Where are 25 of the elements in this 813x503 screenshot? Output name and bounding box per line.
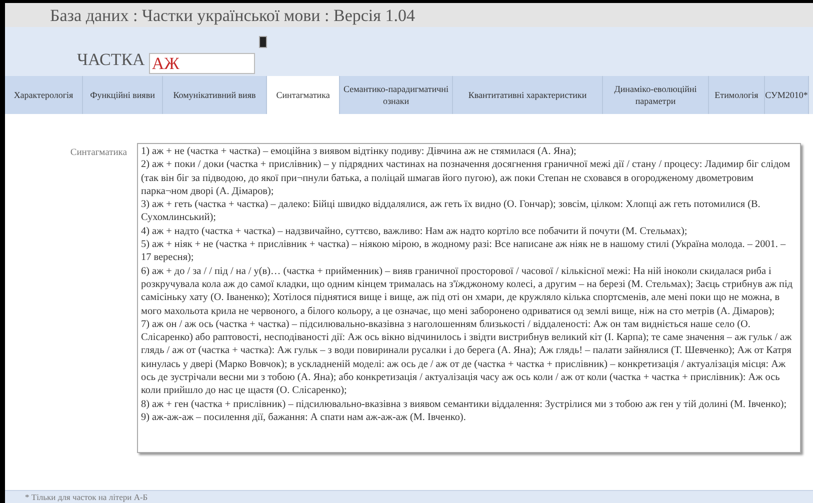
entry-text: 7) аж он / аж ось (частка + частка) – підсилювально-вказівна з наголошенням близькості / віддаленості: Аж он там видніється наше село (О. Слісаренко) або раптовості, несподіваності дії: Аж ось вікно відчинилось і звідти вистрибнув великий кіт (І. Карпа); те саме значення – аж гульк / аж глядь / аж от (частка + частка): Аж гульк – з води повиринали русалки і до берега (А. Яна); Аж глядь! – палати зайнялися (Т. Шевченко); Аж от Катря кинулась у двері (Марко Вовчок); в ускладненій моделі: аж ось де / аж от де (частка + частка + прислівник) – конкретизація / актуалізація місця: Аж ось де зустрічали весни ми з тобою (А. Яна); або конкретизація / актуалізація часу аж ось коли / аж от коли (частка + частка + прислівник): Аж ось коли прийшло до нас це щастя (О. Слісаренко); xyxy=(141,318,793,398)
window-title: База даних : Частки української мови : Версія 1.04 xyxy=(50,6,415,24)
tab[interactable]: Комунікативний вияв xyxy=(163,76,267,114)
entry-text: 2) аж + поки / доки (частка + прислівник) – у підрядних частинах на позначення досягнення граничної межі дії / стану / процесу: Ладимир біг слідом (так він біг за підводою, до якої при¬пнули батька, а поліцай шмагав його пугою), аж поки Степан не сховався в огородженому двометровим парка¬ном дворі (А. Дімаров); xyxy=(141,158,792,198)
entry-text: 3) аж + геть (частка + частка) – далеко: Бійці швидко віддалялися, аж геть їх видно (О. Гончар); зовсім, цілком: Хлопці аж геть потомилися (В. Сухомлинський); xyxy=(141,198,762,225)
tab[interactable]: Етимологія xyxy=(709,76,765,114)
tab[interactable]: Динаміко-еволюційні параметри xyxy=(603,76,709,114)
text-area[interactable] xyxy=(137,143,801,453)
tab[interactable]: Характерологія xyxy=(5,76,83,114)
particle-field[interactable]: АЖ xyxy=(148,53,255,74)
particle-label: ЧАСТКА xyxy=(77,48,145,70)
entry-text: 5) аж + ніяк + не (частка + прислівник + частка) – ніякою мірою, в жодному разі: Все написане аж ніяк не в нашому стилі (Україна молода. – 2001. – 17 вересня); xyxy=(141,238,787,265)
entry-text: 4) аж + надто (частка + частка) – надзвичайно, суттєво, важливо: Нам аж надто кортіло все побачити й почути (М. Стельмах); xyxy=(141,224,688,238)
entry-text: 6) аж + до / за / / під / на / у(в)… (частка + прийменник) – вияв граничної просторової / часової / кількісної межі: На ній іноколи скидалася риба і розкручувала кола аж до самої кладки, що одним кінцем трималась на з'їжджоному колесі, а другим – на березі (М. Стельмах); Заєць стрибнув аж під самісіньку хату (О. Іваненко); Хотілося піднятися вище і вище, аж під оті он хмари, де кружляло кілька спортсменів, але мені поки що не можна, в мого махольота крила не червоного, а білого кольору, а це означає, що мені заборонено одриватися од землі вище, ніж на сто метрів (А. Дімаров); xyxy=(141,264,794,318)
entry-text: 8) аж + ген (частка + прислівник) – підсилювально-вказівна з виявом семантики віддалення: Зустрілися ми з тобою аж ген у тій долині (М. Івченко); xyxy=(141,398,788,411)
field-label: Синтагматика xyxy=(69,147,127,160)
entry-text: 9) аж-аж-аж – посилення дії, бажання: А спати нам аж-аж-аж (М. Івченко). xyxy=(141,410,467,424)
tab[interactable]: Квантитативні характеристики xyxy=(453,76,603,114)
tab[interactable]: СУМ2010* xyxy=(765,76,809,114)
tab[interactable]: Синтагматика xyxy=(267,76,340,114)
entry-text: 1) аж + не (частка + частка) – емоційна з виявом відтінку подиву: Дівчина аж не стямилася (А. Яна); xyxy=(141,145,578,158)
record-selector-icon[interactable] xyxy=(259,36,267,48)
tab[interactable]: Функційні вияви xyxy=(83,76,163,114)
footer-note: * Тільки для часток на літери А-Б xyxy=(25,492,148,502)
tab[interactable]: Семантико-парадигматичні ознаки xyxy=(340,76,453,114)
